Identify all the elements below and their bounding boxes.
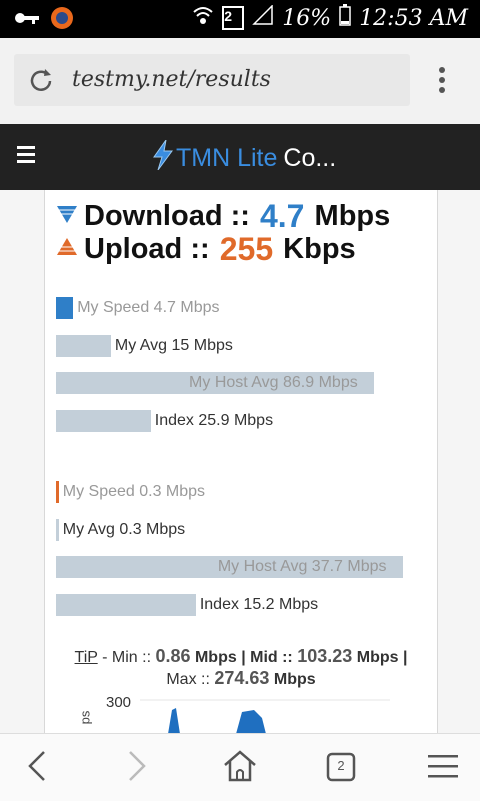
tip-mid-unit: Mbps |: [356, 649, 408, 666]
bar-index: [56, 594, 196, 617]
bar-index: [56, 409, 151, 432]
status-bar: 2 16% 12:53 AM: [0, 0, 480, 38]
tip-mid-label: Mbps | Mid ::: [194, 649, 293, 666]
tabs-button[interactable]: 2: [326, 752, 356, 787]
hamburger-menu-icon[interactable]: [17, 146, 35, 167]
signal-icon: [252, 4, 274, 31]
bar-my-avg: [56, 518, 59, 541]
bar-my-speed: [56, 481, 59, 503]
tip-max-label: Max ::: [166, 671, 210, 688]
tip-max-unit: Mbps: [273, 671, 316, 688]
upload-label: Upload ::: [84, 233, 210, 265]
upload-value: 255: [219, 231, 274, 267]
bar-my-speed: [56, 297, 74, 319]
clock: 12:53 AM: [359, 5, 468, 31]
tip-max-value: 274.63: [214, 668, 270, 688]
wifi-icon: [192, 4, 214, 32]
site-header: TMN Lite Co...: [0, 124, 480, 190]
tip-min-value: 0.86: [155, 646, 191, 666]
brand-rest: Co...: [283, 144, 337, 172]
bar-label-my-avg: My Avg 15 Mbps: [114, 336, 233, 354]
back-icon[interactable]: [24, 748, 50, 789]
bar-label-my-speed: My Speed 4.7 Mbps: [77, 299, 220, 316]
app-notification-icon: [50, 6, 74, 35]
brand-tmn: TMN Lite: [176, 144, 278, 172]
browser-toolbar: testmy.net/results: [0, 38, 480, 124]
download-unit: Mbps: [314, 200, 391, 232]
graph-peak-1: [168, 708, 180, 734]
home-icon[interactable]: [222, 748, 258, 789]
url-text[interactable]: testmy.net/results: [72, 67, 271, 92]
tip-summary: TiP - Min :: 0.86 Mbps | Mid :: 103.23 M…: [56, 646, 426, 690]
sim-badge: 2: [222, 6, 245, 30]
graph-y-axis-label: ps: [77, 710, 93, 725]
menu-icon[interactable]: [428, 754, 458, 785]
bar-label-index: Index 15.2 Mbps: [199, 596, 319, 614]
upload-unit: Kbps: [283, 233, 356, 265]
graph-peak-2: [236, 710, 266, 734]
bottom-navigation: 2: [0, 733, 480, 801]
battery-icon: [339, 4, 351, 32]
tip-link[interactable]: TiP: [75, 649, 98, 666]
speed-graph: [140, 699, 390, 734]
bar-label-my-host-avg: My Host Avg 86.9 Mbps: [189, 374, 358, 391]
bar-label-index: Index 25.9 Mbps: [154, 411, 274, 429]
upload-result: Upload :: 255 Kbps: [56, 231, 356, 268]
key-icon: [14, 11, 40, 30]
download-label: Download ::: [84, 200, 250, 232]
overflow-menu-icon[interactable]: [438, 66, 446, 99]
graph-y-tick: 300: [106, 694, 132, 711]
bar-my-avg: [56, 334, 111, 357]
bar-label-my-avg: My Avg 0.3 Mbps: [62, 520, 186, 538]
reload-icon[interactable]: [26, 66, 56, 101]
bar-label-my-host-avg: My Host Avg 37.7 Mbps: [217, 558, 387, 576]
lightning-icon: [150, 139, 176, 177]
tip-mid-value: 103.23: [297, 646, 353, 666]
tab-count: 2: [337, 758, 345, 773]
bar-label-my-speed: My Speed 0.3 Mbps: [62, 483, 206, 500]
battery-text: 16%: [282, 5, 332, 31]
url-bar[interactable]: testmy.net/results: [14, 54, 410, 106]
download-value: 4.7: [259, 198, 305, 234]
forward-icon[interactable]: [124, 748, 150, 789]
download-result: Download :: 4.7 Mbps: [56, 198, 390, 235]
upload-arrow-icon: [56, 233, 78, 266]
site-logo[interactable]: TMN Lite Co...: [150, 139, 337, 177]
download-arrow-icon: [56, 200, 78, 233]
tip-min-label: - Min ::: [102, 649, 152, 666]
